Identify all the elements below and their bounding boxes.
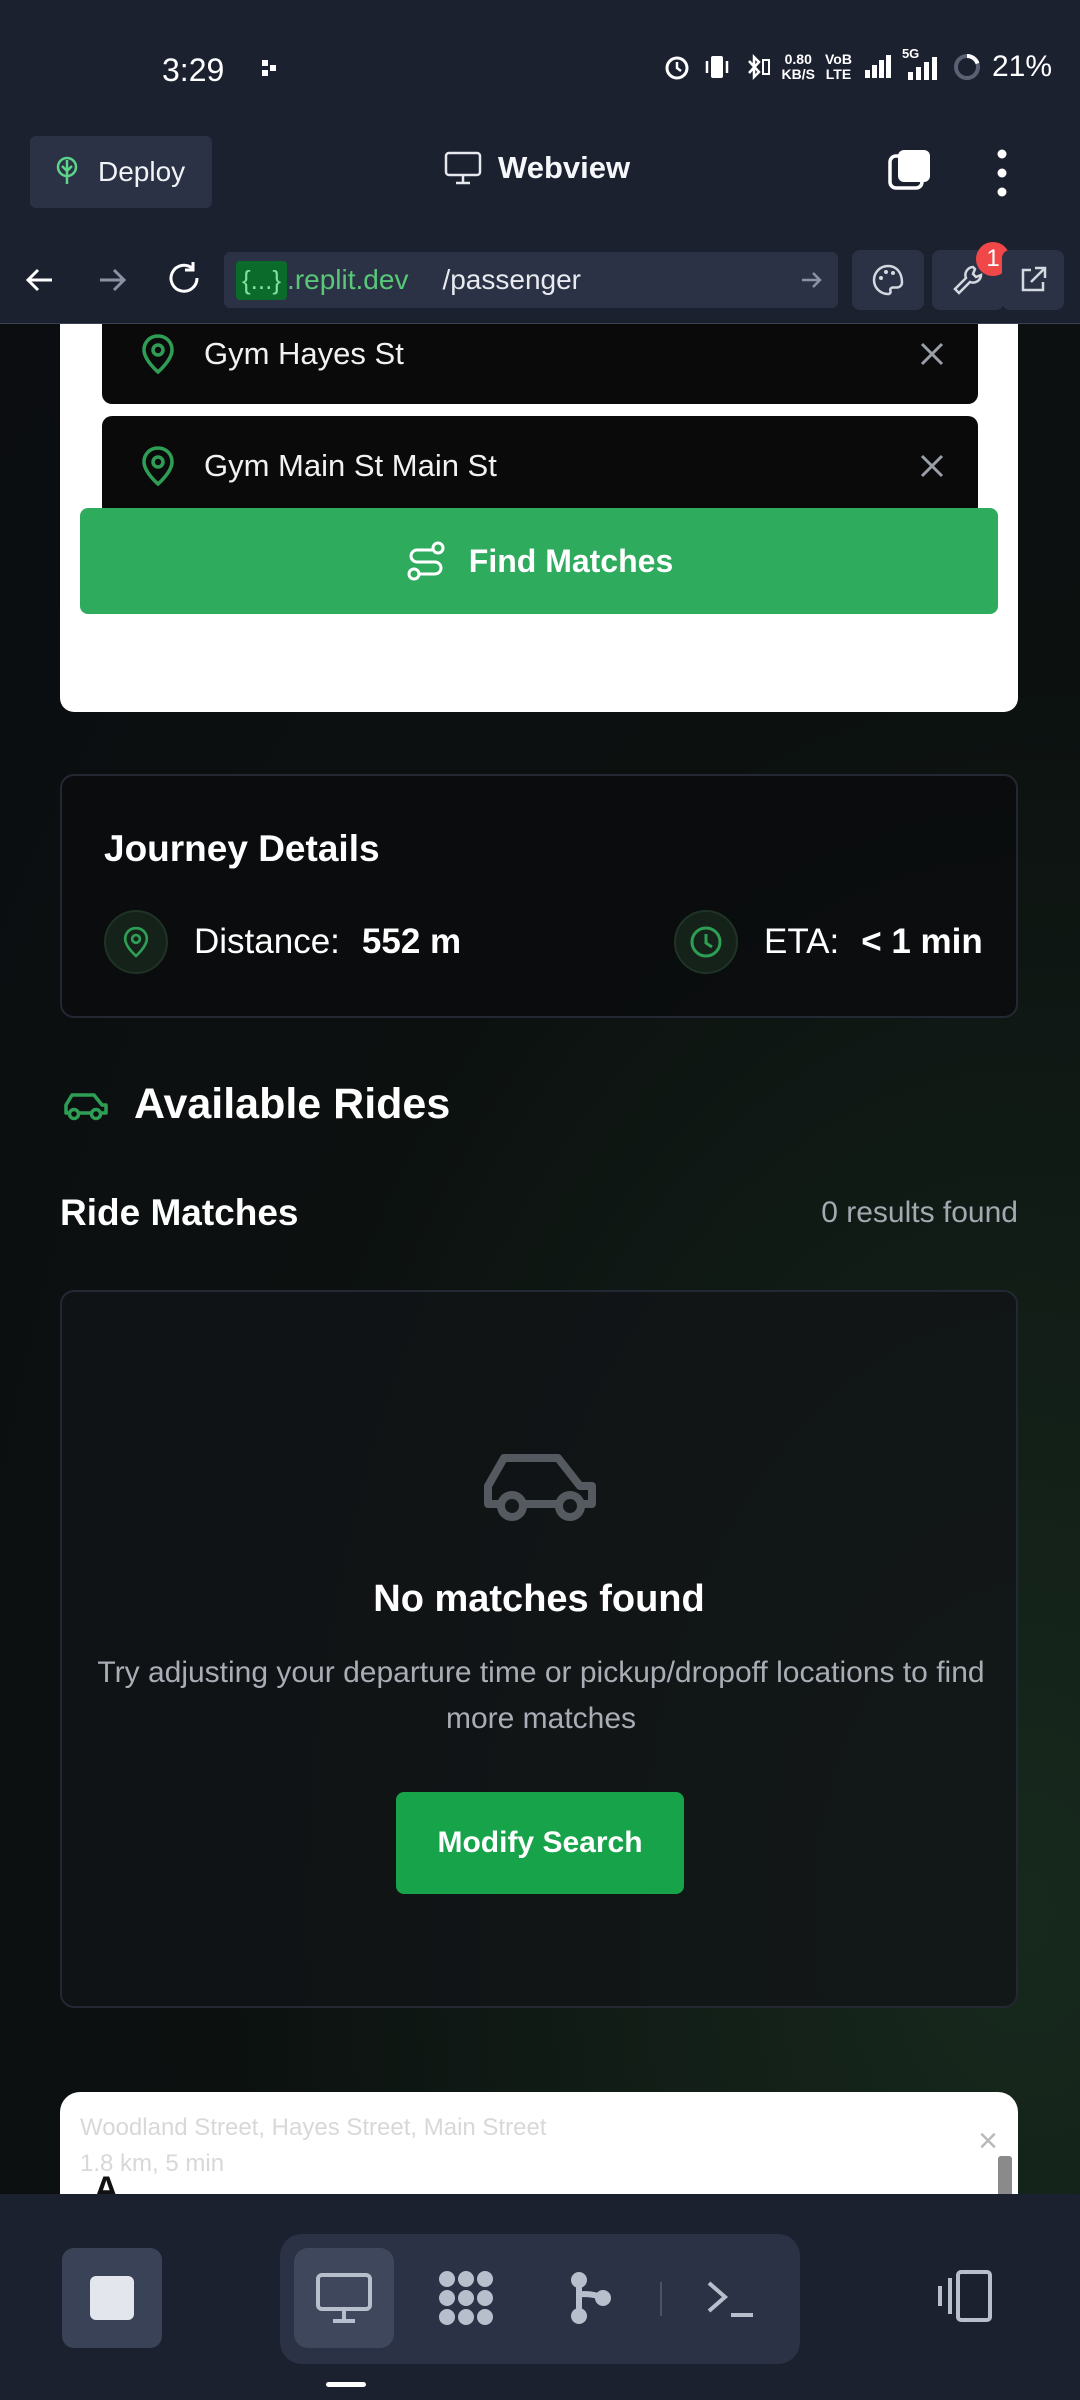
side-panel-icon[interactable] [930,2264,1002,2328]
nodes-grid-icon [439,2271,493,2325]
eta-value: < 1 min [861,922,983,961]
battery-level: 21% [991,50,1052,83]
replit-top-bar: Deploy Webview [0,122,1080,238]
packages-tool-button[interactable] [416,2248,516,2348]
external-link-icon [1021,266,1047,292]
bluetooth-battery-icon [747,53,770,81]
git-tool-button[interactable] [540,2248,640,2348]
signal-strength-icon [864,55,891,78]
car-outline-icon [484,1454,596,1521]
webview-label: Webview [498,150,631,185]
route-marker-label: A [94,2170,119,2194]
distance-badge [104,910,168,974]
monitor-icon [444,151,482,185]
pickup-value: Gym Hayes St [204,336,404,371]
back-arrow-icon[interactable] [16,256,64,304]
url-badge: {...} [236,260,288,300]
eta-label: ETA: [764,922,840,961]
journey-details-card: Journey Details Distance: 552 m ETA: < 1… [60,774,1018,1018]
monitor-icon [316,2273,372,2323]
deploy-icon [56,156,78,184]
available-rides-label: Available Rides [134,1080,451,1128]
network-speed: 0.80 KB/S [781,51,815,82]
webview-tool-button[interactable] [294,2248,394,2348]
ride-matches-title: Ride Matches [60,1192,299,1233]
terminal-icon [707,2281,753,2317]
git-branch-icon [571,2272,611,2324]
eta-metric: ETA: < 1 min [674,910,983,974]
webview-title: Webview [444,150,630,186]
address-bar: {...} .replit.dev /passenger 1 [0,238,1080,324]
dropoff-field[interactable]: Gym Main St Main St [102,416,978,516]
webview-content: Gym Hayes St Gym Main St Main St Find Ma… [0,324,1080,2194]
clock: 3:29 [162,52,225,88]
car-icon [64,1092,108,1120]
reload-icon[interactable] [160,256,208,304]
volte-indicator: VoB LTE [824,51,852,82]
location-pin-icon [123,926,149,958]
url-domain: .replit.dev [287,264,409,295]
replit-bottom-bar [0,2194,1080,2400]
empty-description: Try adjusting your departure time or pic… [97,1656,985,1735]
deploy-label: Deploy [98,156,186,187]
map-route-card: Woodland Street, Hayes Street, Main Stre… [60,2092,1018,2194]
dropoff-value: Gym Main St Main St [204,448,497,483]
signal-5g-icon: 5G [902,46,942,82]
shell-tool-button[interactable] [680,2248,780,2348]
devtools-button[interactable]: 1 [932,242,1010,310]
eta-badge [674,910,738,974]
status-bar: 3:29 0.80 KB/S VoB LTE 5G 21% [0,0,1080,138]
close-route-icon[interactable]: × [978,2122,998,2161]
route-icon [407,541,445,581]
stop-icon [90,2276,134,2320]
stop-button[interactable] [62,2248,162,2348]
ride-matches-header: Ride Matches 0 results found [60,1192,1018,1234]
tabs-switcher-icon[interactable] [886,146,934,194]
empty-state-card: No matches found Try adjusting your depa… [60,1290,1018,2008]
battery-ring-icon [953,53,980,80]
clear-dropoff-icon[interactable] [918,452,946,480]
clear-pickup-icon[interactable] [918,340,946,368]
alarm-icon [665,56,689,80]
distance-metric: Distance: 552 m [104,910,461,974]
distance-label: Distance: [194,922,340,961]
clock-icon [690,926,722,958]
open-external-button[interactable] [1002,250,1064,310]
scrollbar-thumb[interactable] [998,2156,1012,2194]
tool-switcher [280,2234,800,2364]
route-summary: Woodland Street, Hayes Street, Main Stre… [80,2114,547,2177]
tool-divider [660,2282,662,2316]
more-options-icon[interactable] [984,146,1020,200]
search-card: Gym Hayes St Gym Main St Main St Find Ma… [60,324,1018,712]
modify-search-button[interactable]: Modify Search [396,1792,684,1894]
distance-value: 552 m [361,922,462,961]
pickup-field[interactable]: Gym Hayes St [102,324,978,404]
available-rides-heading: Available Rides [60,1080,450,1129]
location-pin-icon [142,446,174,487]
results-count: 0 results found [821,1196,1018,1229]
vibrate-icon [705,56,728,78]
notification-dots-icon [262,60,276,76]
url-field[interactable]: {...} .replit.dev /passenger [224,252,838,308]
location-pin-icon [142,334,174,375]
find-matches-button[interactable]: Find Matches [80,508,998,614]
journey-title: Journey Details [104,828,380,869]
empty-title: No matches found [373,1578,705,1620]
url-path: /passenger [442,264,581,295]
home-indicator [326,2382,366,2387]
forward-arrow-icon[interactable] [88,256,136,304]
theme-palette-button[interactable] [852,250,924,310]
go-arrow-icon[interactable] [798,266,826,294]
deploy-button[interactable]: Deploy [30,136,212,208]
palette-icon [872,264,904,296]
find-matches-label: Find Matches [468,542,674,579]
status-icons: 0.80 KB/S VoB LTE 5G 21% [662,46,1052,84]
